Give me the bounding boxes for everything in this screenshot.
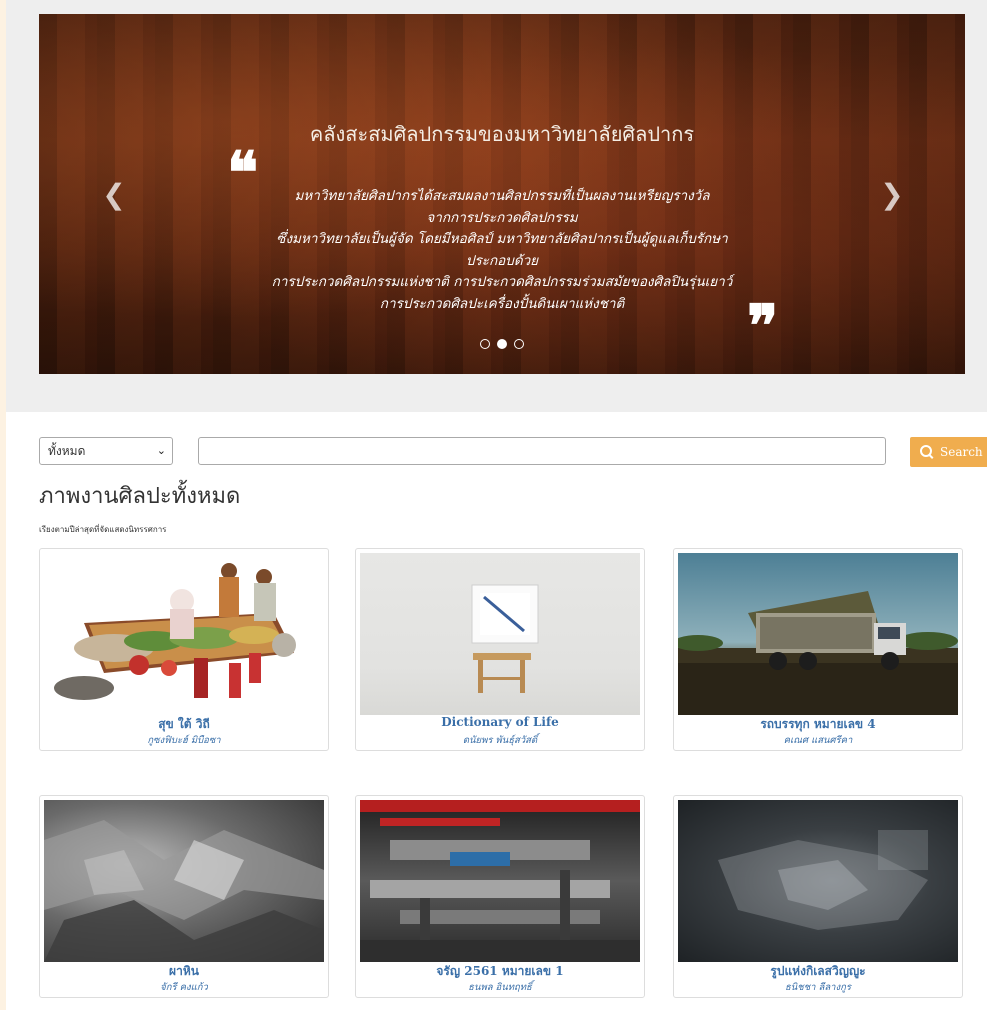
caption-line: ประกอบด้วย <box>465 252 539 269</box>
carousel-indicators <box>39 333 965 349</box>
caption-line: จากการประกวดศิลปกรรม <box>426 209 578 226</box>
search-button[interactable]: Search <box>910 437 987 467</box>
artwork-artist[interactable]: ธนิชชา ลีลางกูร <box>674 980 962 995</box>
search-icon <box>920 445 932 457</box>
artwork-title[interactable]: Dictionary of Life <box>356 715 644 729</box>
artwork-image[interactable] <box>44 553 324 715</box>
hero-band: คลังสะสมศิลปกรรมของมหาวิทยาลัยศิลปากร ❝ … <box>6 0 987 412</box>
artwork-title[interactable]: รถบรรทุก หมายเลข 4 <box>674 715 962 734</box>
caption-line: มหาวิทยาลัยศิลปากรได้สะสมผลงานศิลปกรรมที… <box>294 188 710 204</box>
artwork-title[interactable]: จรัญ 2561 หมายเลข 1 <box>356 962 644 981</box>
section-subtitle: เรียงตามปีล่าสุดที่จัดแสดงนิทรรศการ <box>39 525 167 534</box>
artwork-artist[interactable]: ธนพล อินทฤทธิ์ <box>356 980 644 995</box>
chevron-down-icon: ⌄ <box>156 444 166 457</box>
artwork-artist[interactable]: คเณศ แสนศรีคา <box>674 733 962 748</box>
carousel-caption: มหาวิทยาลัยศิลปากรได้สะสมผลงานศิลปกรรมที… <box>224 186 780 315</box>
carousel-dot-3[interactable] <box>514 338 525 349</box>
artwork-title[interactable]: รูปแห่งกิเลสวิญญูะ <box>674 962 962 981</box>
artwork-artist[interactable]: ดนัยพร พันธุ์สวัสดิ์ <box>356 733 644 748</box>
artwork-artist[interactable]: จักรี คงแก้ว <box>40 980 328 995</box>
page: คลังสะสมศิลปกรรมของมหาวิทยาลัยศิลปากร ❝ … <box>6 0 987 1010</box>
artwork-card[interactable]: ผาหิน จักรี คงแก้ว <box>39 795 329 998</box>
section-title: ภาพงานศิลปะทั้งหมด <box>39 484 241 509</box>
artwork-image[interactable] <box>360 553 640 715</box>
artwork-image[interactable] <box>678 553 958 715</box>
chevron-left-icon[interactable]: ❮ <box>99 180 129 210</box>
search-input[interactable] <box>198 437 886 465</box>
quote-close-icon: ❞ <box>747 292 779 360</box>
artwork-image[interactable] <box>678 800 958 962</box>
artwork-artist[interactable]: กูซงฟิบะฮ์ มิบือซา <box>40 733 328 748</box>
carousel[interactable]: คลังสะสมศิลปกรรมของมหาวิทยาลัยศิลปากร ❝ … <box>39 14 965 374</box>
artwork-card[interactable]: รูปแห่งกิเลสวิญญูะ ธนิชชา ลีลางกูร <box>673 795 963 998</box>
caption-line: ซึ่งมหาวิทยาลัยเป็นผู้จัด โดยมีหอศิลป์ ม… <box>276 231 728 247</box>
search-button-label: Search <box>940 445 983 459</box>
artwork-card[interactable]: จรัญ 2561 หมายเลข 1 ธนพล อินทฤทธิ์ <box>355 795 645 998</box>
carousel-title: คลังสะสมศิลปกรรมของมหาวิทยาลัยศิลปากร <box>309 122 695 146</box>
artwork-image[interactable] <box>360 800 640 962</box>
artwork-image[interactable] <box>44 800 324 962</box>
artwork-card[interactable]: Dictionary of Life ดนัยพร พันธุ์สวัสดิ์ <box>355 548 645 751</box>
carousel-dot-1[interactable] <box>479 338 490 349</box>
category-select-value: ทั้งหมด <box>48 444 86 458</box>
artwork-title[interactable]: ผาหิน <box>40 962 328 981</box>
caption-line: การประกวดศิลปกรรมแห่งชาติ การประกวดศิลปก… <box>271 274 733 290</box>
artwork-card[interactable]: รถบรรทุก หมายเลข 4 คเณศ แสนศรีคา <box>673 548 963 751</box>
category-select[interactable]: ทั้งหมด ⌄ <box>39 437 173 465</box>
caption-line: การประกวดศิลปะเครื่องปั้นดินเผาแห่งชาติ <box>379 295 625 312</box>
artwork-title[interactable]: สุข ใต้ วิถี <box>40 715 328 734</box>
chevron-right-icon[interactable]: ❯ <box>877 180 907 210</box>
artwork-card[interactable]: สุข ใต้ วิถี กูซงฟิบะฮ์ มิบือซา <box>39 548 329 751</box>
carousel-dot-2[interactable] <box>497 338 507 349</box>
